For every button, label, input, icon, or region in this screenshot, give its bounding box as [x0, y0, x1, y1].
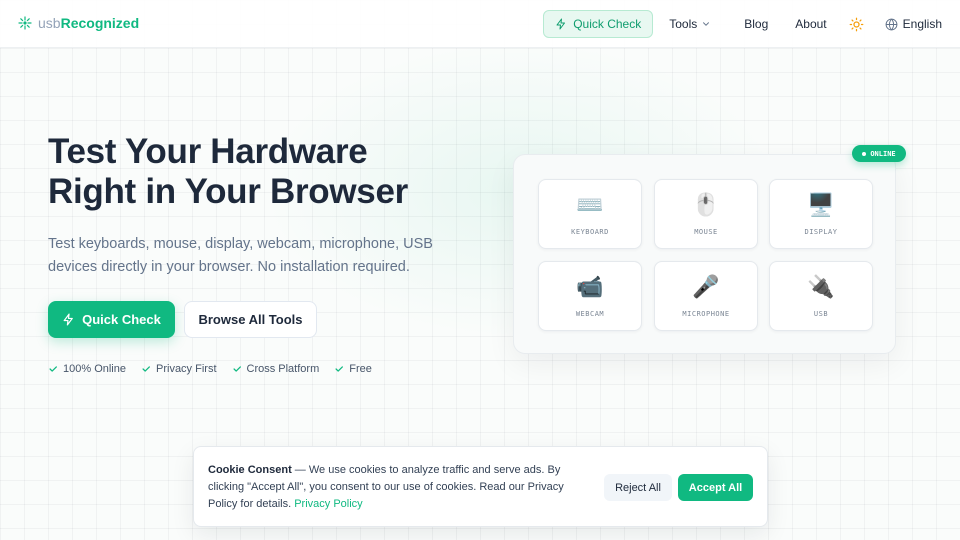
- check-icon: [335, 366, 344, 372]
- check-icon: [142, 366, 150, 372]
- browse-all-tools-button[interactable]: Browse All Tools: [184, 301, 317, 338]
- hero-subtitle: Test keyboards, mouse, display, webcam, …: [48, 236, 433, 275]
- keyboard-icon: ⌨️: [576, 192, 604, 217]
- quick-check-button[interactable]: Quick Check: [48, 301, 175, 338]
- usb-plug-icon: 🔌: [807, 274, 835, 299]
- device-tile-mouse[interactable]: 🖱️ MOUSE: [654, 179, 758, 249]
- device-tile-webcam[interactable]: 📹 WEBCAM: [538, 261, 642, 331]
- feature-item: Privacy First: [141, 363, 217, 375]
- logo-text: usbRecognized: [38, 15, 139, 31]
- logo-prefix: usb: [38, 15, 61, 31]
- hero-title-line-2: Right in Your Browser: [48, 172, 408, 211]
- device-tile-label: MOUSE: [694, 228, 718, 236]
- reject-all-button[interactable]: Reject All: [604, 474, 672, 501]
- site-header: usbRecognized Quick Check Tools Blog Abo…: [0, 0, 960, 48]
- mouse-icon: 🖱️: [692, 192, 720, 217]
- nav-tools-dropdown[interactable]: Tools: [669, 17, 711, 31]
- globe-icon: [885, 18, 898, 30]
- language-selector[interactable]: English: [885, 17, 942, 31]
- hero-title-line-1: Test Your Hardware: [48, 132, 368, 171]
- feature-label: 100% Online: [63, 363, 126, 375]
- check-icon: [49, 366, 57, 372]
- microphone-icon: 🎤: [692, 274, 720, 299]
- logo-suffix: Recognized: [60, 15, 140, 31]
- nav-blog-link[interactable]: Blog: [744, 17, 768, 31]
- cookie-consent-title: Cookie Consent: [208, 464, 292, 476]
- device-tile-label: KEYBOARD: [571, 228, 609, 236]
- device-tile-display[interactable]: 🖥️ DISPLAY: [769, 179, 873, 249]
- lightning-icon: [63, 313, 73, 326]
- online-badge: ONLINE: [852, 145, 906, 162]
- feature-item: Free: [334, 363, 372, 375]
- feature-item: 100% Online: [48, 363, 126, 375]
- nav-about-link[interactable]: About: [795, 17, 826, 31]
- feature-label: Privacy First: [156, 363, 217, 375]
- main-nav: Quick Check Tools Blog About English: [543, 10, 942, 38]
- display-icon: 🖥️: [807, 192, 835, 217]
- feature-list: 100% Online Privacy First Cross Platform…: [48, 363, 372, 375]
- feature-item: Cross Platform: [232, 363, 320, 375]
- webcam-icon: 📹: [576, 274, 604, 299]
- device-tile-label: MICROPHONE: [682, 310, 730, 318]
- feature-label: Free: [349, 363, 372, 375]
- theme-toggle-button[interactable]: [849, 17, 864, 32]
- logo[interactable]: usbRecognized: [18, 15, 139, 31]
- status-dot: [862, 151, 867, 156]
- lightning-icon: [556, 18, 566, 30]
- device-tile-keyboard[interactable]: ⌨️ KEYBOARD: [538, 179, 642, 249]
- cookie-consent-text: Cookie Consent — We use cookies to analy…: [208, 462, 593, 513]
- usb-logo-icon: [18, 16, 32, 30]
- accept-all-button[interactable]: Accept All: [678, 474, 753, 501]
- device-tile-microphone[interactable]: 🎤 MICROPHONE: [654, 261, 758, 331]
- check-icon: [232, 366, 241, 372]
- cookie-consent-banner: Cookie Consent — We use cookies to analy…: [193, 446, 768, 527]
- nav-quick-check-button[interactable]: Quick Check: [543, 10, 654, 38]
- sun-icon: [849, 17, 864, 31]
- online-badge-label: ONLINE: [870, 149, 896, 158]
- feature-label: Cross Platform: [246, 363, 320, 375]
- nav-quick-check-label: Quick Check: [573, 17, 642, 31]
- quick-check-label: Quick Check: [82, 312, 161, 327]
- chevron-down-icon: [703, 22, 710, 26]
- device-tile-label: DISPLAY: [804, 228, 838, 236]
- device-tile-label: USB: [813, 310, 829, 318]
- language-label: English: [902, 17, 942, 31]
- hero-title: Test Your Hardware Right in Your Browser: [48, 132, 488, 212]
- device-tile-label: WEBCAM: [575, 310, 605, 318]
- nav-tools-label: Tools: [669, 17, 698, 31]
- privacy-policy-link[interactable]: Privacy Policy: [294, 498, 362, 510]
- device-tile-usb[interactable]: 🔌 USB: [769, 261, 873, 331]
